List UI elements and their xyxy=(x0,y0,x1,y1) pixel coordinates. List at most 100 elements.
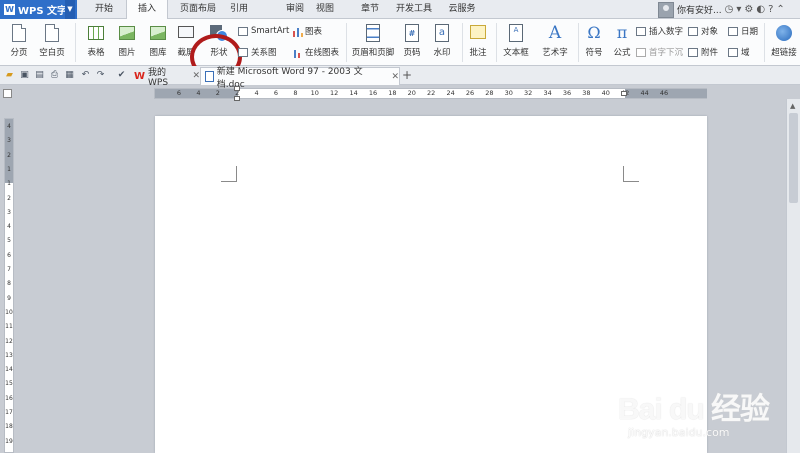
omega-icon: Ω xyxy=(587,23,601,42)
header-footer-label: 页眉和页脚 xyxy=(351,48,395,58)
page-break-button[interactable]: 分页 xyxy=(4,19,34,66)
clock-icon[interactable]: ◷ xyxy=(725,4,734,15)
header-footer-button[interactable]: 页眉和页脚 xyxy=(350,19,396,66)
ruler-tick-label: 26 xyxy=(465,89,475,97)
document-tab-bar: ▰ ▣ ▤ ⎙ ▦ ↶ ↷ ✔ W 我的WPS ✕ 新建 Microsoft W… xyxy=(0,66,800,90)
ruler-tick-label: 1 xyxy=(7,180,11,188)
date-button[interactable]: 日期 xyxy=(728,24,758,38)
page-number-label: 页码 xyxy=(403,48,421,58)
tab-view[interactable]: 视图 xyxy=(310,0,340,19)
ruler-tick-label: 14 xyxy=(5,366,13,374)
close-icon[interactable]: ✕ xyxy=(192,71,200,81)
relation-chart-button[interactable]: 关系图 xyxy=(238,45,277,59)
chart-icon xyxy=(292,26,303,37)
attachment-button[interactable]: 附件 xyxy=(688,45,718,59)
print-preview-icon[interactable]: ▦ xyxy=(64,70,75,81)
first-line-indent-marker[interactable] xyxy=(234,86,240,91)
chevron-down-icon[interactable]: ▼ xyxy=(65,0,75,19)
tab-chapter[interactable]: 章节 xyxy=(355,0,385,19)
online-chart-button[interactable]: 在线图表 xyxy=(292,45,339,59)
smartart-label: SmartArt xyxy=(251,26,290,36)
pi-icon: π xyxy=(616,23,628,42)
table-label: 表格 xyxy=(87,48,105,58)
close-icon[interactable]: ✕ xyxy=(391,72,399,82)
tab-developer[interactable]: 开发工具 xyxy=(392,0,436,19)
ruler-tick-label: 4 xyxy=(196,89,201,97)
ruler-tick-label: 12 xyxy=(330,89,339,97)
customize-toolbar-icon[interactable]: ✔ xyxy=(116,70,127,81)
right-indent-marker[interactable] xyxy=(621,91,627,96)
watermark-button[interactable]: a 水印 xyxy=(430,19,454,66)
scroll-up-icon[interactable]: ▲ xyxy=(790,102,795,110)
relation-chart-icon xyxy=(238,47,249,58)
tab-page-layout[interactable]: 页面布局 xyxy=(170,0,226,19)
tab-cloud[interactable]: 云服务 xyxy=(442,0,482,19)
settings-icon[interactable]: ⚙ xyxy=(744,4,753,15)
save-icon[interactable]: ▣ xyxy=(19,70,30,81)
divider xyxy=(496,23,497,62)
skin-icon[interactable]: ◐ xyxy=(756,4,765,15)
table-button[interactable]: 表格 xyxy=(82,19,110,66)
object-button[interactable]: 对象 xyxy=(688,24,718,38)
tab-my-wps[interactable]: W 我的WPS ✕ xyxy=(130,67,200,88)
smartart-button[interactable]: SmartArt xyxy=(238,24,289,38)
ruler-tick-label: 9 xyxy=(7,294,11,302)
tab-insert[interactable]: 插入 xyxy=(126,0,168,20)
hyperlink-button[interactable]: 超链接 xyxy=(768,19,800,66)
vertical-ruler[interactable]: 4 3 2 1 1 2 3 4 5 6 7 8 9 10 11 12 13 14 15 16 17 18 19 xyxy=(4,118,14,453)
tab-document[interactable]: 新建 Microsoft Word 97 - 2003 文档.doc ✕ xyxy=(200,67,400,90)
open-folder-icon[interactable]: ▰ xyxy=(4,70,15,81)
symbol-button[interactable]: Ω 符号 xyxy=(582,19,606,66)
user-name[interactable]: 你有安好... xyxy=(677,3,722,16)
ruler-tick-label: 17 xyxy=(5,409,13,416)
textbox-button[interactable]: A 文本框 xyxy=(500,19,532,66)
new-tab-icon[interactable]: + xyxy=(402,68,412,82)
insert-number-button[interactable]: 插入数字 xyxy=(636,24,683,38)
left-indent-marker[interactable] xyxy=(234,96,240,101)
gallery-label: 图库 xyxy=(149,48,167,58)
picture-label: 图片 xyxy=(118,48,136,58)
chevron-down-icon[interactable]: ▾ xyxy=(736,4,741,15)
formula-button[interactable]: π 公式 xyxy=(610,19,634,66)
wordart-label: 艺术字 xyxy=(542,48,568,58)
page-number-button[interactable]: # 页码 xyxy=(400,19,424,66)
help-icon[interactable]: ? xyxy=(768,4,773,15)
blank-page-button[interactable]: 空白页 xyxy=(36,19,68,66)
ruler-tick-label: 44 xyxy=(640,89,649,97)
avatar[interactable] xyxy=(658,1,674,18)
redo-icon[interactable]: ↷ xyxy=(95,70,106,81)
dropcap-button[interactable]: 首字下沉 xyxy=(636,45,683,59)
ruler-tick-label: 28 xyxy=(485,89,494,97)
comment-label: 批注 xyxy=(469,48,487,58)
ruler-tick-label: 5 xyxy=(7,237,11,245)
ruler-tick-label: 3 xyxy=(7,208,11,216)
comment-button[interactable]: 批注 xyxy=(466,19,490,66)
page-break-icon xyxy=(9,23,29,43)
minimize-ribbon-icon[interactable]: ⌃ xyxy=(776,4,784,15)
undo-icon[interactable]: ↶ xyxy=(80,70,91,81)
print-icon[interactable]: ⎙ xyxy=(49,70,60,81)
wordart-button[interactable]: A 艺术字 xyxy=(538,19,572,66)
ruler-corner[interactable] xyxy=(3,89,12,98)
globe-icon xyxy=(774,23,794,43)
ruler-tick-label: 18 xyxy=(388,89,397,97)
save-as-icon[interactable]: ▤ xyxy=(34,70,45,81)
app-menu-button[interactable]: W WPS 文字 ▼ xyxy=(0,0,77,19)
picture-button[interactable]: 图片 xyxy=(113,19,141,66)
ruler-tick-label: 14 xyxy=(349,89,358,97)
field-button[interactable]: 域 xyxy=(728,45,750,59)
tab-my-wps-label: 我的WPS xyxy=(148,67,169,88)
wps-logo-icon: W xyxy=(134,70,146,82)
blank-page-label: 空白页 xyxy=(39,48,65,58)
ruler-tick-label: 16 xyxy=(5,394,13,402)
header-footer-icon xyxy=(363,23,383,43)
tab-references[interactable]: 引用 xyxy=(224,0,254,19)
ruler-tick-label: 20 xyxy=(407,89,416,97)
tab-review[interactable]: 审阅 xyxy=(280,0,310,19)
gallery-button[interactable]: 图库 xyxy=(144,19,172,66)
scrollbar-thumb[interactable] xyxy=(789,113,798,203)
ruler-tick-label: 24 xyxy=(446,89,455,97)
dropcap-label: 首字下沉 xyxy=(649,48,684,58)
tab-home[interactable]: 开始 xyxy=(83,0,125,19)
chart-button[interactable]: 图表 xyxy=(292,24,322,38)
